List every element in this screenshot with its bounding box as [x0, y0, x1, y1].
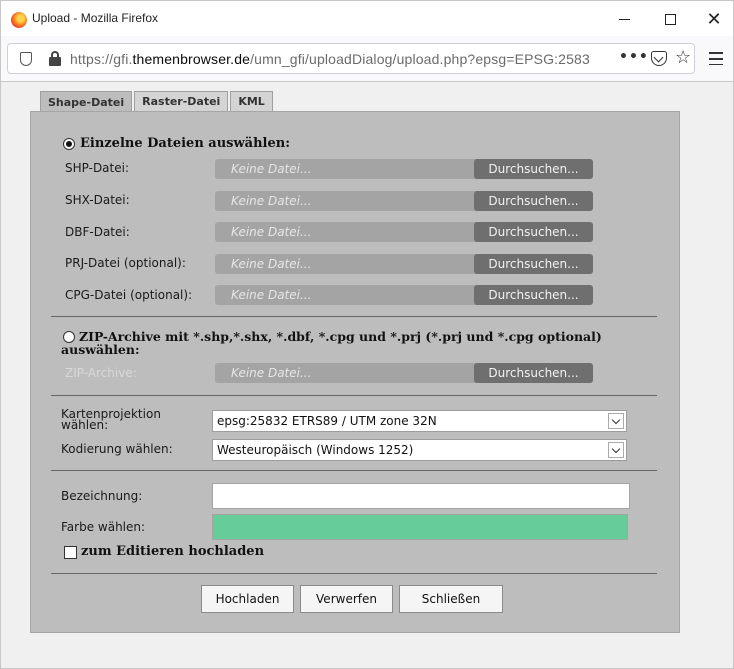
name-input[interactable] [212, 483, 630, 509]
single-files-radio[interactable] [63, 138, 75, 150]
chevron-down-icon[interactable] [608, 442, 624, 458]
single-files-radio-label: Einzelne Dateien auswählen: [80, 136, 291, 151]
prj-browse-button[interactable]: Durchsuchen... [474, 254, 593, 274]
firefox-logo-icon [11, 12, 27, 28]
zip-archive-placeholder: Keine Datei... [231, 366, 312, 380]
projection-label-line2: wählen: [61, 418, 109, 432]
page-actions-menu-icon[interactable]: ••• [619, 49, 649, 65]
shx-browse-button[interactable]: Durchsuchen... [474, 191, 593, 211]
maximize-icon [664, 13, 676, 25]
hamburger-menu-icon[interactable] [709, 52, 723, 69]
section-divider [51, 395, 657, 396]
edit-upload-checkbox[interactable] [64, 546, 77, 559]
lock-icon[interactable] [49, 51, 61, 66]
section-divider [51, 573, 657, 574]
tab-shape-file[interactable]: Shape-Datei [40, 91, 133, 112]
dbf-file-input[interactable]: Keine Datei... Durchsuchen... [215, 222, 593, 242]
chevron-down-icon[interactable] [608, 413, 624, 429]
edit-upload-checkbox-label: zum Editieren hochladen [81, 544, 265, 559]
shx-file-placeholder: Keine Datei... [231, 194, 312, 208]
window-title: Upload - Mozilla Firefox [32, 11, 159, 25]
zip-browse-button[interactable]: Durchsuchen... [474, 363, 593, 383]
minimize-button[interactable] [601, 1, 647, 37]
pocket-icon[interactable] [651, 51, 667, 66]
prj-file-label: PRJ-Datei (optional): [65, 256, 186, 270]
shape-upload-panel: Einzelne Dateien auswählen: SHP-Datei: K… [30, 111, 680, 633]
shx-file-label: SHX-Datei: [65, 193, 130, 207]
close-window-button[interactable]: ✕ [691, 1, 734, 37]
window-titlebar: Upload - Mozilla Firefox ✕ [0, 0, 734, 36]
dbf-file-placeholder: Keine Datei... [231, 225, 312, 239]
upload-dialog-page: Shape-Datei Raster-Datei KML Einzelne Da… [0, 82, 734, 669]
color-label: Farbe wählen: [61, 520, 146, 534]
section-divider [51, 316, 657, 317]
upload-button[interactable]: Hochladen [201, 585, 294, 613]
zip-archive-radio-label-cont: auswählen: [61, 342, 140, 357]
cpg-file-input[interactable]: Keine Datei... Durchsuchen... [215, 285, 593, 305]
shp-browse-button[interactable]: Durchsuchen... [474, 159, 593, 179]
maximize-button[interactable] [647, 1, 693, 37]
color-picker-field[interactable] [212, 514, 628, 540]
projection-label: Kartenprojektion wählen: [61, 408, 161, 432]
cpg-browse-button[interactable]: Durchsuchen... [474, 285, 593, 305]
projection-select[interactable]: epsg:25832 ETRS89 / UTM zone 32N [212, 410, 627, 432]
shp-file-placeholder: Keine Datei... [231, 162, 312, 176]
dbf-file-label: DBF-Datei: [65, 225, 130, 239]
projection-select-value: epsg:25832 ETRS89 / UTM zone 32N [217, 414, 437, 428]
tab-raster-file[interactable]: Raster-Datei [134, 91, 229, 111]
cpg-file-placeholder: Keine Datei... [231, 288, 312, 302]
prj-file-placeholder: Keine Datei... [231, 257, 312, 271]
encoding-select-value: Westeuropäisch (Windows 1252) [217, 443, 414, 457]
url-domain: themenbrowser.de [132, 51, 251, 67]
shp-file-label: SHP-Datei: [65, 161, 130, 175]
shx-file-input[interactable]: Keine Datei... Durchsuchen... [215, 191, 593, 211]
zip-archive-label: ZIP-Archive: [65, 366, 137, 380]
bookmark-star-icon[interactable]: ☆ [675, 47, 691, 68]
encoding-label: Kodierung wählen: [61, 442, 173, 456]
encoding-select[interactable]: Westeuropäisch (Windows 1252) [212, 439, 627, 461]
shp-file-input[interactable]: Keine Datei... Durchsuchen... [215, 159, 593, 179]
url-path: /umn_gfi/uploadDialog/upload.php?epsg=EP… [250, 51, 590, 67]
prj-file-input[interactable]: Keine Datei... Durchsuchen... [215, 254, 593, 274]
zip-archive-input[interactable]: Keine Datei... Durchsuchen... [215, 363, 593, 383]
close-dialog-button[interactable]: Schließen [399, 585, 503, 613]
cpg-file-label: CPG-Datei (optional): [65, 288, 193, 302]
zip-archive-radio-label: ZIP-Archive mit *.shp,*.shx, *.dbf, *.cp… [79, 329, 602, 344]
name-label: Bezeichnung: [61, 489, 143, 503]
dbf-browse-button[interactable]: Durchsuchen... [474, 222, 593, 242]
section-divider [51, 470, 657, 471]
navigation-toolbar: https://gfi.themenbrowser.de/umn_gfi/upl… [0, 36, 734, 82]
tab-kml[interactable]: KML [230, 91, 273, 111]
url-prefix: https://gfi. [70, 51, 133, 67]
discard-button[interactable]: Verwerfen [300, 585, 393, 613]
url-text[interactable]: https://gfi.themenbrowser.de/umn_gfi/upl… [70, 51, 590, 67]
upload-type-tabs: Shape-Datei Raster-Datei KML [40, 91, 275, 112]
address-bar[interactable]: https://gfi.themenbrowser.de/umn_gfi/upl… [7, 43, 695, 74]
minimize-icon [618, 18, 630, 20]
tracking-protection-shield-icon[interactable] [20, 52, 32, 66]
